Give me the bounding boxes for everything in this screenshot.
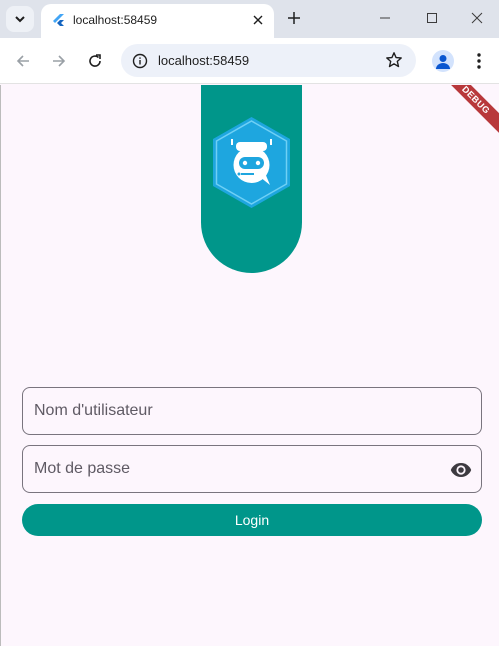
reload-button[interactable] [83, 49, 107, 73]
flutter-icon [53, 14, 64, 26]
tab-search-button[interactable] [6, 6, 34, 32]
eye-icon [450, 463, 472, 477]
minimize-icon [380, 17, 390, 19]
password-field[interactable]: Mot de passe [22, 445, 482, 493]
more-vertical-icon [477, 53, 481, 69]
username-field[interactable]: Nom d'utilisateur [22, 387, 482, 435]
profile-button[interactable] [432, 50, 454, 72]
browser-toolbar: localhost:58459 [0, 38, 499, 84]
tab-close-button[interactable] [249, 11, 267, 29]
maximize-icon [427, 13, 437, 23]
close-window-button[interactable] [465, 8, 489, 28]
show-password-button[interactable] [449, 458, 473, 482]
back-button[interactable] [11, 49, 35, 73]
tab-title: localhost:58459 [73, 13, 158, 27]
plus-icon [288, 12, 300, 24]
bookmark-button[interactable] [383, 49, 405, 71]
arrow-right-icon [53, 55, 66, 67]
browser-tab[interactable]: localhost:58459 [41, 4, 274, 38]
login-button-label: Login [234, 512, 270, 528]
address-bar[interactable]: localhost:58459 [121, 44, 416, 77]
new-tab-button[interactable] [284, 8, 304, 28]
browser-tab-bar: localhost:58459 [0, 0, 499, 38]
app-viewport: DEBUG Nom d'utilisateur Mot de passe Log… [0, 85, 499, 646]
chatbot-logo-icon [213, 117, 290, 208]
close-icon [253, 15, 263, 25]
maximize-button[interactable] [420, 8, 444, 28]
arrow-left-icon [16, 55, 29, 67]
username-placeholder: Nom d'utilisateur [34, 402, 153, 419]
site-info-button[interactable] [129, 50, 151, 72]
minimize-button[interactable] [373, 8, 397, 28]
forward-button[interactable] [47, 49, 71, 73]
browser-menu-button[interactable] [470, 50, 488, 72]
debug-banner: DEBUG [435, 85, 499, 141]
logo-banner [201, 85, 302, 273]
url-text: localhost:58459 [158, 53, 250, 68]
avatar-icon [436, 55, 450, 69]
password-placeholder: Mot de passe [34, 460, 131, 477]
reload-icon [89, 54, 101, 67]
star-icon [386, 52, 402, 68]
info-icon [132, 53, 148, 69]
close-icon [471, 12, 483, 24]
login-button[interactable]: Login [22, 504, 482, 536]
chevron-down-icon [15, 16, 25, 23]
